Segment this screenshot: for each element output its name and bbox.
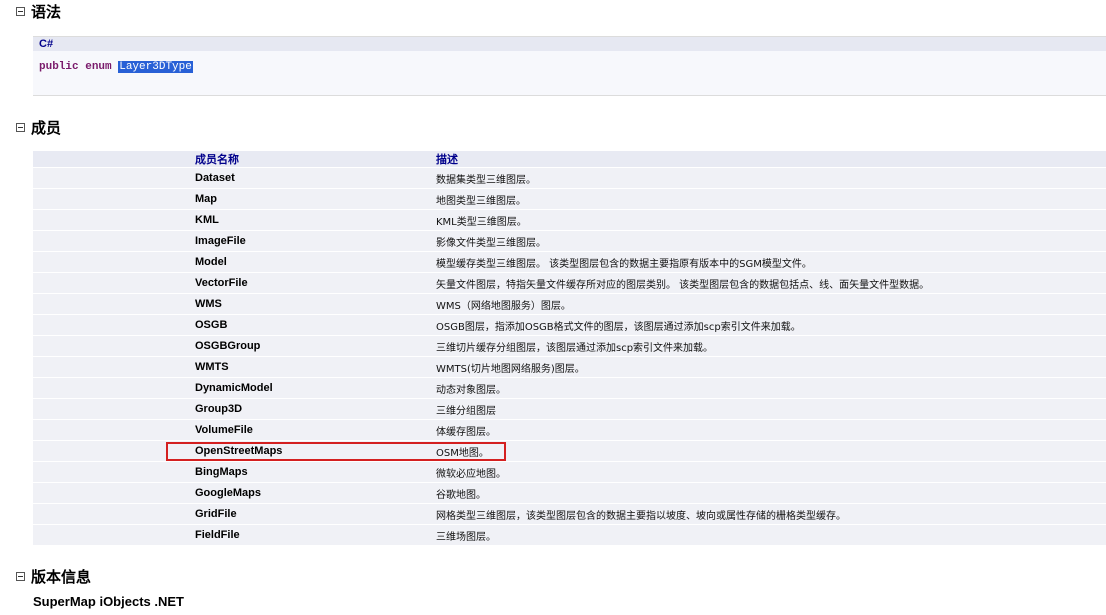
member-description: WMTS(切片地图网络服务)图层。 [430, 356, 1106, 378]
member-description: 数据集类型三维图层。 [430, 167, 1106, 189]
syntax-title: 语法 [31, 2, 62, 21]
table-row: Model 模型缓存类型三维图层。 该类型图层包含的数据主要指原有版本中的SGM模… [33, 251, 1106, 273]
code-language-label: C# [33, 37, 1106, 51]
member-description: 矢量文件图层，特指矢量文件缓存所对应的图层类别。 该类型图层包含的数据包括点、线… [430, 272, 1106, 294]
member-description: WMS（网络地图服务）图层。 [430, 293, 1106, 315]
row-blank-cell [33, 482, 189, 504]
member-name: WMS [189, 293, 430, 315]
members-table: 成员名称 描述 Dataset 数据集类型三维图层。 Map 地图类型三维图层。 KML… [33, 151, 1106, 546]
member-name: Map [189, 188, 430, 210]
table-row: Map 地图类型三维图层。 [33, 188, 1106, 210]
table-row: WMS WMS（网络地图服务）图层。 [33, 293, 1106, 315]
table-row: DynamicModel 动态对象图层。 [33, 377, 1106, 399]
member-name: Model [189, 251, 430, 273]
row-blank-cell [33, 230, 189, 252]
table-row: Group3D 三维分组图层 [33, 398, 1106, 420]
member-description: 三维分组图层 [430, 398, 1106, 420]
row-blank-cell [33, 167, 189, 189]
code-line[interactable]: public enum Layer3DType [39, 61, 193, 73]
table-row: OSGB OSGB图层，指添加OSGB格式文件的图层，该图层通过添加scp索引文件… [33, 314, 1106, 336]
member-name: VolumeFile [189, 419, 430, 441]
table-row: VolumeFile 体缓存图层。 [33, 419, 1106, 441]
row-blank-cell [33, 209, 189, 231]
row-blank-cell [33, 440, 189, 462]
keyword-public: public [39, 61, 79, 73]
selected-type-name[interactable]: Layer3DType [118, 61, 193, 73]
member-description: KML类型三维图层。 [430, 209, 1106, 231]
member-name: OSGBGroup [189, 335, 430, 357]
member-name: Group3D [189, 398, 430, 420]
member-description: 网格类型三维图层，该类型图层包含的数据主要指以坡度、坡向或属性存储的栅格类型缓存… [430, 503, 1106, 525]
table-row: ImageFile 影像文件类型三维图层。 [33, 230, 1106, 252]
member-name: KML [189, 209, 430, 231]
member-name: OpenStreetMaps [189, 440, 430, 462]
collapse-icon[interactable] [16, 571, 25, 581]
keyword-enum: enum [85, 61, 112, 73]
table-row: FieldFile 三维场图层。 [33, 524, 1106, 546]
member-description: OSGB图层，指添加OSGB格式文件的图层，该图层通过添加scp索引文件来加载。 [430, 314, 1106, 336]
member-description: 地图类型三维图层。 [430, 188, 1106, 210]
member-description: 三维切片缓存分组图层，该图层通过添加scp索引文件来加载。 [430, 335, 1106, 357]
member-name: Dataset [189, 167, 430, 189]
member-description: 三维场图层。 [430, 524, 1106, 546]
column-header-description: 描述 [430, 151, 1106, 168]
syntax-section-header[interactable]: 语法 [16, 0, 61, 22]
row-blank-cell [33, 356, 189, 378]
member-name: BingMaps [189, 461, 430, 483]
member-description: 微软必应地图。 [430, 461, 1106, 483]
member-name: WMTS [189, 356, 430, 378]
column-header-name: 成员名称 [189, 151, 430, 168]
members-section-header[interactable]: 成员 [16, 116, 61, 138]
table-header-blank [33, 151, 189, 168]
member-description: 体缓存图层。 [430, 419, 1106, 441]
table-row: Dataset 数据集类型三维图层。 [33, 167, 1106, 189]
version-section-header[interactable]: 版本信息 [16, 565, 91, 587]
table-row: WMTS WMTS(切片地图网络服务)图层。 [33, 356, 1106, 378]
row-blank-cell [33, 335, 189, 357]
member-name: VectorFile [189, 272, 430, 294]
member-description: 谷歌地图。 [430, 482, 1106, 504]
syntax-code-block: C# public enum Layer3DType [33, 36, 1106, 96]
row-blank-cell [33, 524, 189, 546]
collapse-icon[interactable] [16, 122, 25, 132]
row-blank-cell [33, 314, 189, 336]
row-blank-cell [33, 251, 189, 273]
member-description: 影像文件类型三维图层。 [430, 230, 1106, 252]
row-blank-cell [33, 293, 189, 315]
member-description: OSM地图。 [430, 440, 1106, 462]
collapse-icon[interactable] [16, 6, 25, 16]
version-product: SuperMap iObjects .NET [33, 594, 184, 609]
member-description: 动态对象图层。 [430, 377, 1106, 399]
member-name: GridFile [189, 503, 430, 525]
row-blank-cell [33, 272, 189, 294]
table-header-row: 成员名称 描述 [33, 151, 1106, 168]
members-title: 成员 [31, 118, 62, 137]
row-blank-cell [33, 188, 189, 210]
row-blank-cell [33, 377, 189, 399]
table-row: OpenStreetMaps OSM地图。 [33, 440, 1106, 462]
table-row: OSGBGroup 三维切片缓存分组图层，该图层通过添加scp索引文件来加载。 [33, 335, 1106, 357]
row-blank-cell [33, 419, 189, 441]
member-name: ImageFile [189, 230, 430, 252]
table-row: VectorFile 矢量文件图层，特指矢量文件缓存所对应的图层类别。 该类型图层… [33, 272, 1106, 294]
table-row: GoogleMaps 谷歌地图。 [33, 482, 1106, 504]
table-row: BingMaps 微软必应地图。 [33, 461, 1106, 483]
row-blank-cell [33, 398, 189, 420]
table-row: KML KML类型三维图层。 [33, 209, 1106, 231]
version-title: 版本信息 [31, 567, 92, 586]
member-name: DynamicModel [189, 377, 430, 399]
member-description: 模型缓存类型三维图层。 该类型图层包含的数据主要指原有版本中的SGM模型文件。 [430, 251, 1106, 273]
table-row: GridFile 网格类型三维图层，该类型图层包含的数据主要指以坡度、坡向或属性存… [33, 503, 1106, 525]
row-blank-cell [33, 503, 189, 525]
member-name: OSGB [189, 314, 430, 336]
member-name: FieldFile [189, 524, 430, 546]
members-table-body: Dataset 数据集类型三维图层。 Map 地图类型三维图层。 KML KML类型三维图… [33, 167, 1106, 546]
member-name: GoogleMaps [189, 482, 430, 504]
row-blank-cell [33, 461, 189, 483]
